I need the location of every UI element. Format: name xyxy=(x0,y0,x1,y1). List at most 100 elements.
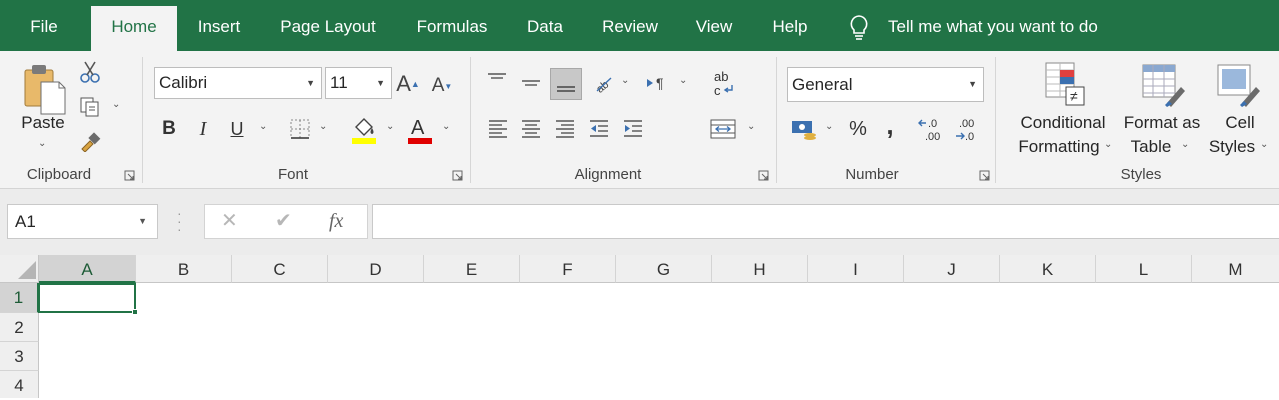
insert-function-icon[interactable]: fx xyxy=(329,205,343,238)
fill-handle[interactable] xyxy=(132,309,138,315)
svg-text:.0: .0 xyxy=(928,118,937,130)
column-header-c[interactable]: C xyxy=(232,255,328,283)
decrease-decimal-icon[interactable]: .00.0 xyxy=(953,115,983,143)
increase-indent-icon[interactable] xyxy=(620,115,646,141)
italic-button[interactable]: I xyxy=(191,115,215,143)
column-header-l[interactable]: L xyxy=(1096,255,1192,283)
formula-input[interactable] xyxy=(372,204,1279,239)
accounting-dropdown-icon[interactable]: ⌄ xyxy=(825,121,833,132)
selected-cell-a1[interactable] xyxy=(38,283,138,315)
svg-text:c: c xyxy=(714,83,721,98)
column-header-h[interactable]: H xyxy=(712,255,808,283)
fill-color-dropdown-icon[interactable]: ⌄ xyxy=(386,121,394,132)
top-align-icon[interactable] xyxy=(483,67,511,95)
row-header-2[interactable]: 2 xyxy=(0,313,39,342)
format-painter-icon[interactable] xyxy=(78,129,102,153)
align-center-icon[interactable] xyxy=(518,115,544,141)
column-header-d[interactable]: D xyxy=(328,255,424,283)
fill-color-icon[interactable] xyxy=(350,115,378,145)
format-as-table-dropdown-icon[interactable]: ⌄ xyxy=(1181,139,1189,150)
chevron-down-icon: ▼ xyxy=(968,79,977,89)
tab-home[interactable]: Home xyxy=(91,6,177,51)
alignment-launcher-icon[interactable] xyxy=(758,170,769,181)
clipboard-launcher-icon[interactable] xyxy=(124,170,135,181)
tab-help[interactable]: Help xyxy=(760,6,820,51)
conditional-formatting-label2: Formatting xyxy=(1018,137,1100,156)
cancel-icon[interactable]: ✕ xyxy=(221,205,238,238)
select-all-button[interactable] xyxy=(0,255,39,283)
merge-dropdown-icon[interactable]: ⌄ xyxy=(747,121,755,132)
copy-icon[interactable] xyxy=(78,95,102,119)
formula-bar-splitter[interactable]: · · · xyxy=(177,206,182,236)
name-box[interactable]: A1 ▼ xyxy=(7,204,158,239)
borders-dropdown-icon[interactable]: ⌄ xyxy=(319,121,327,132)
copy-dropdown-icon[interactable]: ⌄ xyxy=(112,99,120,110)
column-header-f[interactable]: F xyxy=(520,255,616,283)
conditional-formatting-icon[interactable]: ≠ xyxy=(1042,61,1086,107)
underline-button[interactable]: U xyxy=(225,115,249,143)
font-color-dropdown-icon[interactable]: ⌄ xyxy=(442,121,450,132)
increase-font-size-icon[interactable]: A ▲ xyxy=(395,69,421,99)
formula-bar: A1 ▼ · · · ✕ ✔ fx xyxy=(0,189,1279,255)
align-left-icon[interactable] xyxy=(485,115,511,141)
comma-style-button[interactable]: , xyxy=(879,109,901,141)
middle-align-icon[interactable] xyxy=(517,69,545,97)
orientation-icon[interactable]: ab xyxy=(589,69,617,97)
cell-styles-icon[interactable] xyxy=(1216,61,1262,107)
font-launcher-icon[interactable] xyxy=(452,170,463,181)
tab-review[interactable]: Review xyxy=(590,6,670,51)
underline-dropdown-icon[interactable]: ⌄ xyxy=(259,121,267,132)
tell-me-search[interactable]: Tell me what you want to do xyxy=(848,6,1098,48)
conditional-formatting-dropdown-icon[interactable]: ⌄ xyxy=(1104,139,1112,150)
font-size-combo[interactable]: 11 ▼ xyxy=(325,67,392,99)
percent-style-button[interactable]: % xyxy=(845,115,871,143)
tell-me-label: Tell me what you want to do xyxy=(888,17,1098,36)
tab-file[interactable]: File xyxy=(16,6,72,51)
decrease-font-size-icon[interactable]: A ▼ xyxy=(429,71,455,101)
merge-center-icon[interactable] xyxy=(708,115,738,143)
cell-styles-dropdown-icon[interactable]: ⌄ xyxy=(1260,139,1268,150)
increase-decimal-icon[interactable]: .0.00 xyxy=(917,115,947,143)
column-header-k[interactable]: K xyxy=(1000,255,1096,283)
column-header-m[interactable]: M xyxy=(1192,255,1279,283)
bottom-align-icon[interactable] xyxy=(550,68,582,100)
row-header-4[interactable]: 4 xyxy=(0,371,39,398)
text-direction-icon[interactable]: ¶ xyxy=(643,69,673,97)
format-as-table-label2: Table xyxy=(1130,137,1172,156)
font-name-combo[interactable]: Calibri ▼ xyxy=(154,67,322,99)
borders-icon[interactable] xyxy=(288,117,312,141)
paste-dropdown-icon[interactable]: ⌄ xyxy=(38,138,46,149)
cut-icon[interactable] xyxy=(78,60,102,84)
font-color-icon[interactable]: A xyxy=(406,115,434,145)
column-header-i[interactable]: I xyxy=(808,255,904,283)
enter-icon[interactable]: ✔ xyxy=(275,205,292,238)
bold-button[interactable]: B xyxy=(157,115,181,143)
tab-insert[interactable]: Insert xyxy=(184,6,254,51)
format-as-table-icon[interactable] xyxy=(1141,61,1187,107)
format-as-table-label1: Format as xyxy=(1123,113,1201,132)
row-header-1[interactable]: 1 xyxy=(0,283,39,313)
tab-page-layout[interactable]: Page Layout xyxy=(266,6,390,51)
ribbon: Paste ⌄ ⌄ Clipboard Calibri ▼ 11 ▼ A ▲ A ▼… xyxy=(0,51,1279,189)
column-header-b[interactable]: B xyxy=(136,255,232,283)
column-header-g[interactable]: G xyxy=(616,255,712,283)
align-right-icon[interactable] xyxy=(552,115,578,141)
text-direction-dropdown-icon[interactable]: ⌄ xyxy=(679,75,687,86)
number-group-label: Number xyxy=(845,166,899,183)
tab-view[interactable]: View xyxy=(683,6,745,51)
chevron-down-icon: ▼ xyxy=(376,78,385,88)
tab-data[interactable]: Data xyxy=(515,6,575,51)
orientation-dropdown-icon[interactable]: ⌄ xyxy=(621,75,629,86)
column-header-j[interactable]: J xyxy=(904,255,1000,283)
tab-formulas[interactable]: Formulas xyxy=(403,6,501,51)
column-header-e[interactable]: E xyxy=(424,255,520,283)
number-launcher-icon[interactable] xyxy=(979,170,990,181)
decrease-indent-icon[interactable] xyxy=(586,115,612,141)
row-header-3[interactable]: 3 xyxy=(0,342,39,371)
accounting-format-icon[interactable] xyxy=(789,115,819,143)
wrap-text-icon[interactable]: ab c xyxy=(709,67,739,99)
font-size-value: 11 xyxy=(330,73,348,92)
number-format-combo[interactable]: General ▼ xyxy=(787,67,984,102)
column-header-a[interactable]: A xyxy=(39,255,136,283)
worksheet-grid[interactable]: A B C D E F G H I J K L M 1 2 3 4 xyxy=(0,255,1279,398)
